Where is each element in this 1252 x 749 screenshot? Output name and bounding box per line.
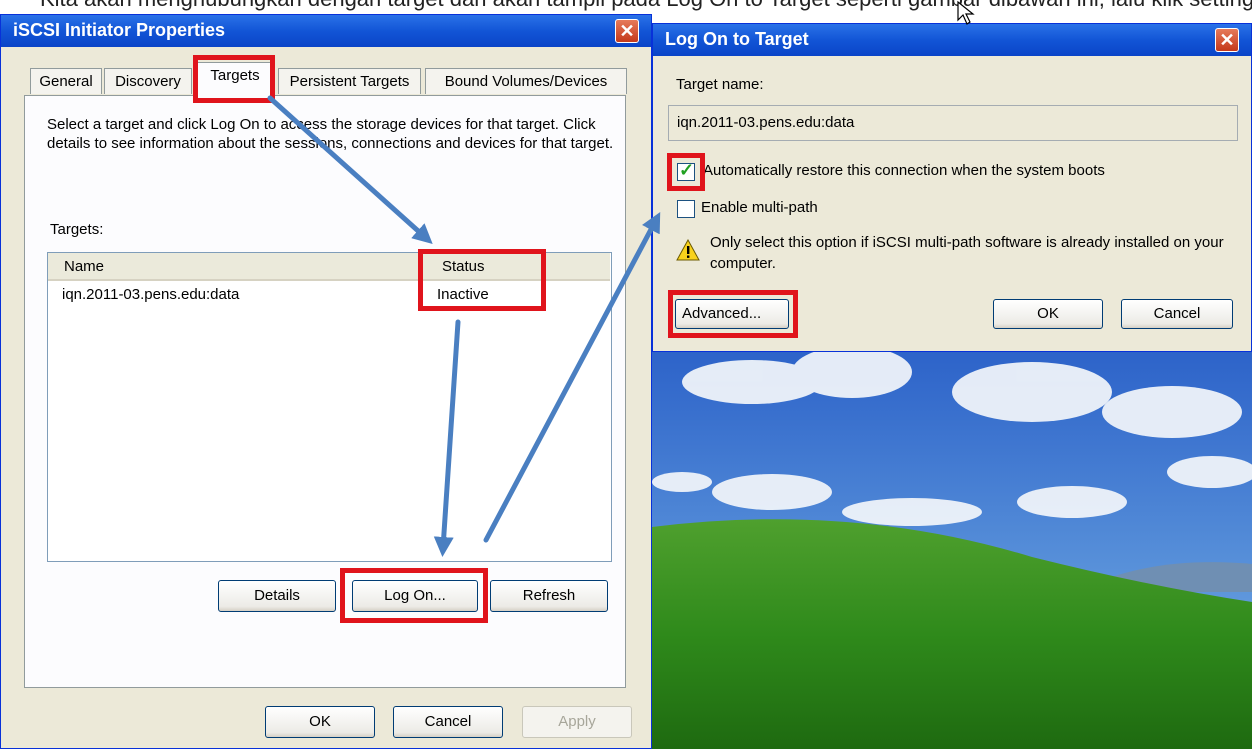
titlebar[interactable]: iSCSI Initiator Properties ✕ — [1, 15, 651, 47]
dialog-title: Log On to Target — [665, 29, 809, 49]
column-header-name[interactable]: Name — [48, 253, 420, 281]
desktop-wallpaper — [652, 352, 1252, 749]
apply-button[interactable]: Apply — [522, 706, 632, 738]
multipath-label[interactable]: Enable multi-path — [701, 199, 818, 216]
log-on-button[interactable]: Log On... — [352, 580, 478, 612]
ok-button[interactable]: OK — [993, 299, 1103, 329]
tab-discovery[interactable]: Discovery — [104, 68, 192, 94]
details-button[interactable]: Details — [218, 580, 336, 612]
target-row-status[interactable]: Inactive — [437, 286, 489, 303]
close-button[interactable]: ✕ — [615, 19, 639, 43]
checkmark-icon: ✓ — [679, 160, 695, 180]
ok-button[interactable]: OK — [265, 706, 375, 738]
advanced-button[interactable]: Advanced... — [675, 299, 789, 329]
target-row-name[interactable]: iqn.2011-03.pens.edu:data — [62, 286, 239, 303]
targets-description: Select a target and click Log On to acce… — [47, 116, 614, 152]
target-name-label: Target name: — [676, 76, 764, 93]
auto-restore-label[interactable]: Automatically restore this connection wh… — [703, 162, 1105, 179]
column-header-status[interactable]: Status — [420, 253, 610, 281]
tab-targets[interactable]: Targets — [196, 62, 274, 96]
mouse-cursor-icon — [957, 0, 975, 25]
refresh-button[interactable]: Refresh — [490, 580, 608, 612]
cancel-button[interactable]: Cancel — [393, 706, 503, 738]
dialog-title: iSCSI Initiator Properties — [13, 20, 226, 40]
tab-bound-volumes[interactable]: Bound Volumes/Devices — [425, 68, 627, 94]
tab-persistent-targets[interactable]: Persistent Targets — [278, 68, 421, 94]
cancel-button[interactable]: Cancel — [1121, 299, 1233, 329]
multipath-checkbox[interactable] — [677, 200, 695, 218]
titlebar[interactable]: Log On to Target ✕ — [653, 24, 1251, 56]
warning-icon — [676, 239, 700, 261]
auto-restore-checkbox[interactable]: ✓ — [677, 160, 695, 181]
close-button[interactable]: ✕ — [1215, 28, 1239, 52]
target-name-field[interactable]: iqn.2011-03.pens.edu:data — [668, 105, 1238, 141]
warning-text: Only select this option if iSCSI multi-p… — [710, 234, 1224, 272]
caption-text: Kita akan menghubungkan dengan target da… — [40, 0, 1252, 12]
targets-label: Targets: — [50, 221, 104, 238]
tab-general[interactable]: General — [30, 68, 102, 94]
